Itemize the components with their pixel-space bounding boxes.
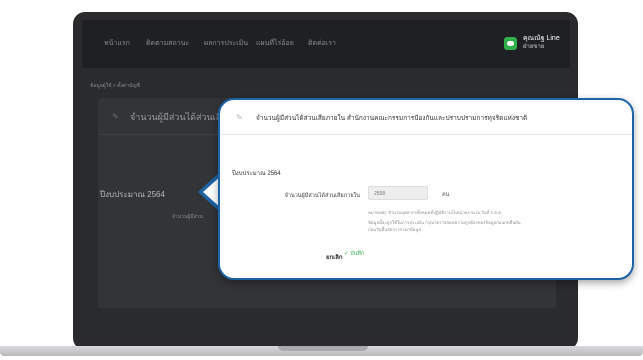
note-line-2: ข้อมูลนี้จะถูกใช้ในการประเมิน กรุณาตรวจส… — [368, 220, 521, 225]
line-icon[interactable] — [504, 37, 517, 50]
chat-bubble-icon — [507, 41, 514, 46]
callout-header: ✎ จำนวนผู้มีส่วนได้ส่วนเสียภายใน สำนักงา… — [220, 100, 632, 135]
note-line-3: ก่อนวันสิ้นสุดการกรอกข้อมูล — [368, 227, 421, 232]
nav-item-status[interactable]: ติดตามสถานะ — [146, 38, 189, 49]
user-role: ฝ่ายขาย — [523, 44, 545, 50]
nav-item-contact[interactable]: ติดต่อเรา — [308, 38, 336, 49]
top-navigation: หน้าแรก ติดตามสถานะ ผลการประเมิน แผนที่ไ… — [82, 20, 570, 68]
pencil-icon[interactable]: ✎ — [236, 113, 243, 122]
stakeholder-count-input[interactable]: 2558 — [368, 186, 428, 200]
confirm-button[interactable]: ✓ บันทึก — [344, 250, 364, 258]
pencil-icon: ✎ — [112, 112, 119, 121]
background-field-label: จำนวนผู้มีส่วน — [172, 214, 203, 220]
background-year-label: ปีงบประมาณ 2564 — [100, 190, 165, 199]
nav-item-results[interactable]: ผลการประเมิน — [204, 38, 248, 49]
note-line-1: หมายเหตุ: จำนวนบุคลากรทั้งหมดที่ปฏิบัติง… — [368, 210, 503, 215]
laptop-notch — [278, 346, 368, 351]
breadcrumb: ข้อมูลผู้ใช้ > ตั้งค่าบัญชี — [90, 83, 140, 89]
nav-item-map[interactable]: แผนที่ไร่อ้อย — [256, 38, 294, 49]
user-menu[interactable]: คุณณัฐ Line ฝ่ายขาย — [523, 35, 560, 51]
unit-label: คน — [442, 192, 450, 198]
callout-title: จำนวนผู้มีส่วนได้ส่วนเสียภายใน สำนักงานค… — [256, 115, 528, 122]
stakeholder-count-label: จำนวนผู้มีส่วนได้ส่วนเสียภายใน — [284, 193, 360, 199]
nav-item-home[interactable]: หน้าแรก — [104, 38, 130, 49]
zoom-callout-panel: ✎ จำนวนผู้มีส่วนได้ส่วนเสียภายใน สำนักงา… — [218, 98, 634, 280]
background-card-title: จำนวนผู้มีส่วนได้ส่วนเสีย — [130, 112, 227, 122]
user-name: คุณณัฐ Line — [523, 35, 560, 42]
cancel-button[interactable]: ยกเลิก — [326, 252, 343, 262]
fiscal-year-label: ปีงบประมาณ 2564 — [232, 171, 281, 177]
